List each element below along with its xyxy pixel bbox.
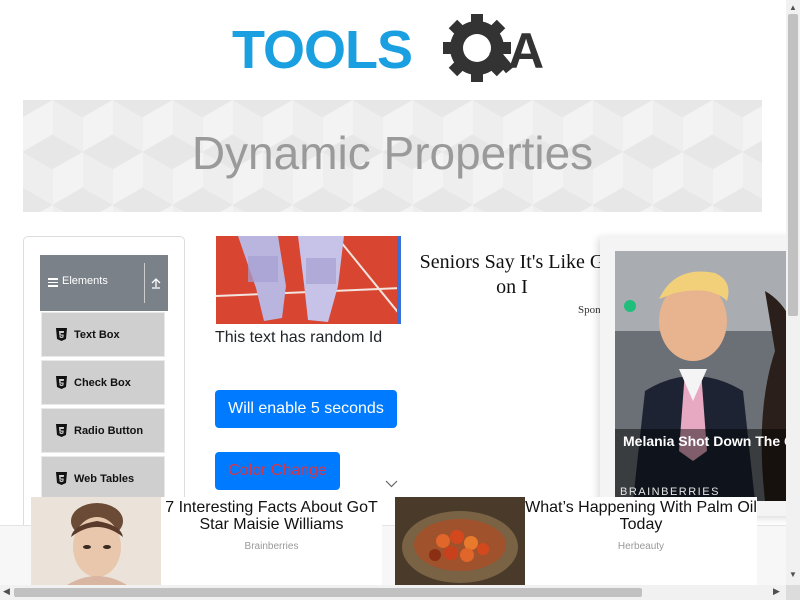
logo-text-a: A <box>508 23 544 79</box>
vertical-scroll-thumb[interactable] <box>788 14 798 316</box>
video-ad[interactable]: Melania Shot Down The C About Their Seco… <box>600 236 800 516</box>
bottom-ad-card[interactable]: What’s Happening With Palm Oil Today Her… <box>395 497 757 585</box>
header-divider <box>144 263 145 303</box>
bottom-ad-photo-portrait <box>31 497 161 585</box>
bottom-ad-title[interactable]: 7 Interesting Facts About GoT Star Maisi… <box>161 499 382 533</box>
sidebar-group-elements[interactable]: Elements <box>40 255 168 311</box>
toolsqa-logo[interactable]: TOOLS A <box>232 14 562 92</box>
random-id-text: This text has random Id <box>215 329 383 346</box>
sidebar-item-label: Radio Button <box>74 425 144 437</box>
chevron-down-icon[interactable] <box>385 480 398 488</box>
scroll-down-icon[interactable]: ▼ <box>789 570 797 579</box>
bottom-ad-source: Brainberries <box>244 541 299 552</box>
ad-source: Spon <box>578 304 601 316</box>
sidebar-item-check-box[interactable]: Check Box <box>41 360 165 405</box>
scroll-right-icon[interactable]: ▶ <box>773 586 780 597</box>
sidebar-group-label: Elements <box>62 275 108 287</box>
sidebar-item-label: Check Box <box>74 377 131 389</box>
sidebar-item-label: Text Box <box>74 329 120 341</box>
html5-icon <box>56 328 67 341</box>
bottom-ad-image[interactable] <box>31 497 161 585</box>
sidebar-item-web-tables[interactable]: Web Tables <box>41 456 165 501</box>
gear-icon <box>443 14 514 82</box>
bottom-ad-title[interactable]: What’s Happening With Palm Oil Today <box>525 499 757 533</box>
collapse-icon[interactable] <box>150 277 162 289</box>
sidebar-item-radio-button[interactable]: Radio Button <box>41 408 165 453</box>
play-indicator-icon <box>624 300 636 312</box>
scroll-up-icon[interactable]: ▲ <box>789 3 797 12</box>
sidebar-item-text-box[interactable]: Text Box <box>41 312 165 357</box>
html5-icon <box>56 424 67 437</box>
vertical-scrollbar[interactable]: ▲ ▼ <box>786 0 800 585</box>
video-ad-image[interactable]: Melania Shot Down The C About Their Seco… <box>615 251 800 501</box>
scrollbar-corner <box>786 585 800 600</box>
logo-text-tools: TOOLS <box>232 20 412 80</box>
html5-icon <box>56 472 67 485</box>
video-ad-photo <box>615 251 800 501</box>
page-banner: Dynamic Properties <box>23 100 762 212</box>
enable-after-button[interactable]: Will enable 5 seconds <box>215 390 397 428</box>
ad-image-knee-brace[interactable] <box>216 236 401 324</box>
horizontal-scroll-thumb[interactable] <box>14 588 642 597</box>
menu-icon <box>48 278 58 287</box>
video-ad-caption[interactable]: Melania Shot Down The C About Their Seco… <box>623 433 800 449</box>
ad-headline[interactable]: Seniors Say It's Like G on I <box>412 250 612 300</box>
bottom-ad-card[interactable]: 7 Interesting Facts About GoT Star Maisi… <box>31 497 382 585</box>
html5-icon <box>56 376 67 389</box>
scroll-left-icon[interactable]: ◀ <box>3 586 10 597</box>
bottom-ad-source: Herbeauty <box>617 541 665 552</box>
sidebar-item-label: Web Tables <box>74 473 135 485</box>
bottom-ad-image[interactable] <box>395 497 525 585</box>
color-change-button[interactable]: Color Change <box>215 452 340 490</box>
bottom-ad-photo-palm-fruit <box>395 497 525 585</box>
horizontal-scrollbar[interactable]: ◀ ▶ <box>0 585 786 600</box>
page-title: Dynamic Properties <box>191 127 594 179</box>
